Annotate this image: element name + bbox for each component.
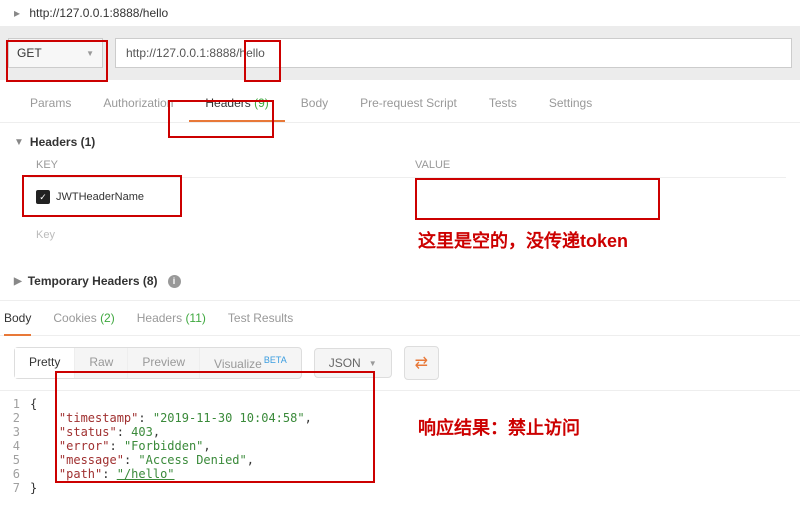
line-number: 7: [0, 481, 30, 495]
response-toolbar: Pretty Raw Preview VisualizeBETA JSON ▼ …: [0, 336, 800, 391]
tab-prerequest[interactable]: Pre-request Script: [344, 88, 473, 122]
chevron-down-icon: ▼: [14, 137, 24, 148]
tab-settings[interactable]: Settings: [533, 88, 608, 122]
tab-authorization[interactable]: Authorization: [87, 88, 189, 122]
code-line: }: [30, 481, 800, 495]
method-label: GET: [17, 46, 42, 60]
view-mode-group: Pretty Raw Preview VisualizeBETA: [14, 347, 302, 379]
code-line: "path": "/hello": [30, 467, 800, 481]
tab-headers[interactable]: Headers (9): [189, 88, 284, 122]
line-number: 4: [0, 439, 30, 453]
annotation-text: 这里是空的，没传递token: [418, 227, 628, 253]
resp-headers-label: Headers: [137, 311, 182, 325]
code-line: "timestamp": "2019-11-30 10:04:58",: [30, 411, 800, 425]
title-url: http://127.0.0.1:8888/hello: [29, 6, 168, 20]
format-label: JSON: [329, 356, 361, 370]
header-key-input[interactable]: ✓ JWTHeaderName: [36, 184, 399, 210]
line-number: 3: [0, 425, 30, 439]
header-key-column: KEY: [28, 153, 407, 178]
temp-headers-toggle[interactable]: ▶ Temporary Headers (8) i: [14, 270, 786, 292]
response-body[interactable]: 1{ 2 "timestamp": "2019-11-30 10:04:58",…: [0, 391, 800, 501]
resp-tab-cookies[interactable]: Cookies (2): [53, 311, 114, 325]
line-number: 2: [0, 411, 30, 425]
beta-badge: BETA: [264, 355, 287, 365]
title-bar: ▸ http://127.0.0.1:8888/hello: [0, 0, 800, 26]
format-select[interactable]: JSON ▼: [314, 348, 392, 378]
view-pretty[interactable]: Pretty: [15, 348, 75, 378]
new-header-key-input[interactable]: Key: [36, 222, 399, 248]
chevron-right-icon: ▶: [14, 276, 22, 287]
view-visualize[interactable]: VisualizeBETA: [200, 348, 301, 378]
view-raw[interactable]: Raw: [75, 348, 128, 378]
headers-table: KEY VALUE ✓ JWTHeaderName Key: [14, 153, 786, 254]
tab-tests[interactable]: Tests: [473, 88, 533, 122]
header-value-column: VALUE: [407, 153, 786, 178]
temp-headers-title: Temporary Headers (8): [28, 274, 158, 288]
resp-cookies-count: (2): [100, 311, 115, 325]
resp-tab-headers[interactable]: Headers (11): [137, 311, 206, 325]
code-line: {: [30, 397, 800, 411]
code-line: "status": 403,: [30, 425, 800, 439]
tab-body[interactable]: Body: [285, 88, 344, 122]
dropdown-caret-icon: ▼: [86, 49, 94, 58]
header-value-input[interactable]: [415, 184, 778, 210]
line-number: 5: [0, 453, 30, 467]
tab-params[interactable]: Params: [14, 88, 87, 122]
expand-caret-icon[interactable]: ▸: [14, 6, 20, 20]
request-bar: GET ▼ http://127.0.0.1:8888/hello: [0, 26, 800, 80]
resp-headers-count: (11): [185, 311, 205, 325]
url-value: http://127.0.0.1:8888/hello: [126, 46, 265, 60]
response-tabs: Body Cookies (2) Headers (11) Test Resul…: [0, 300, 800, 336]
info-icon[interactable]: i: [168, 275, 181, 288]
line-number: 6: [0, 467, 30, 481]
headers-section: ▼ Headers (1) KEY VALUE ✓ JWTHeaderName …: [0, 123, 800, 262]
tab-headers-count: (9): [254, 96, 269, 110]
line-number: 1: [0, 397, 30, 411]
method-select[interactable]: GET ▼: [8, 38, 103, 68]
request-tabs: Params Authorization Headers (9) Body Pr…: [0, 80, 800, 123]
tab-headers-label: Headers: [205, 96, 250, 110]
url-input[interactable]: http://127.0.0.1:8888/hello: [115, 38, 792, 68]
headers-title: Headers (1): [30, 135, 95, 149]
resp-tab-body[interactable]: Body: [4, 311, 31, 336]
resp-tab-tests[interactable]: Test Results: [228, 311, 293, 325]
headers-toggle[interactable]: ▼ Headers (1): [14, 131, 786, 153]
header-key-value: JWTHeaderName: [56, 191, 144, 203]
checkbox-icon[interactable]: ✓: [36, 190, 50, 204]
wrap-lines-button[interactable]: ⇄: [404, 346, 439, 380]
annotation-text: 响应结果：禁止访问: [418, 414, 580, 440]
visualize-label: Visualize: [214, 357, 262, 371]
code-line: "error": "Forbidden",: [30, 439, 800, 453]
dropdown-caret-icon: ▼: [369, 359, 377, 368]
code-line: "message": "Access Denied",: [30, 453, 800, 467]
view-preview[interactable]: Preview: [128, 348, 200, 378]
resp-cookies-label: Cookies: [53, 311, 96, 325]
temp-headers-section: ▶ Temporary Headers (8) i: [0, 262, 800, 300]
